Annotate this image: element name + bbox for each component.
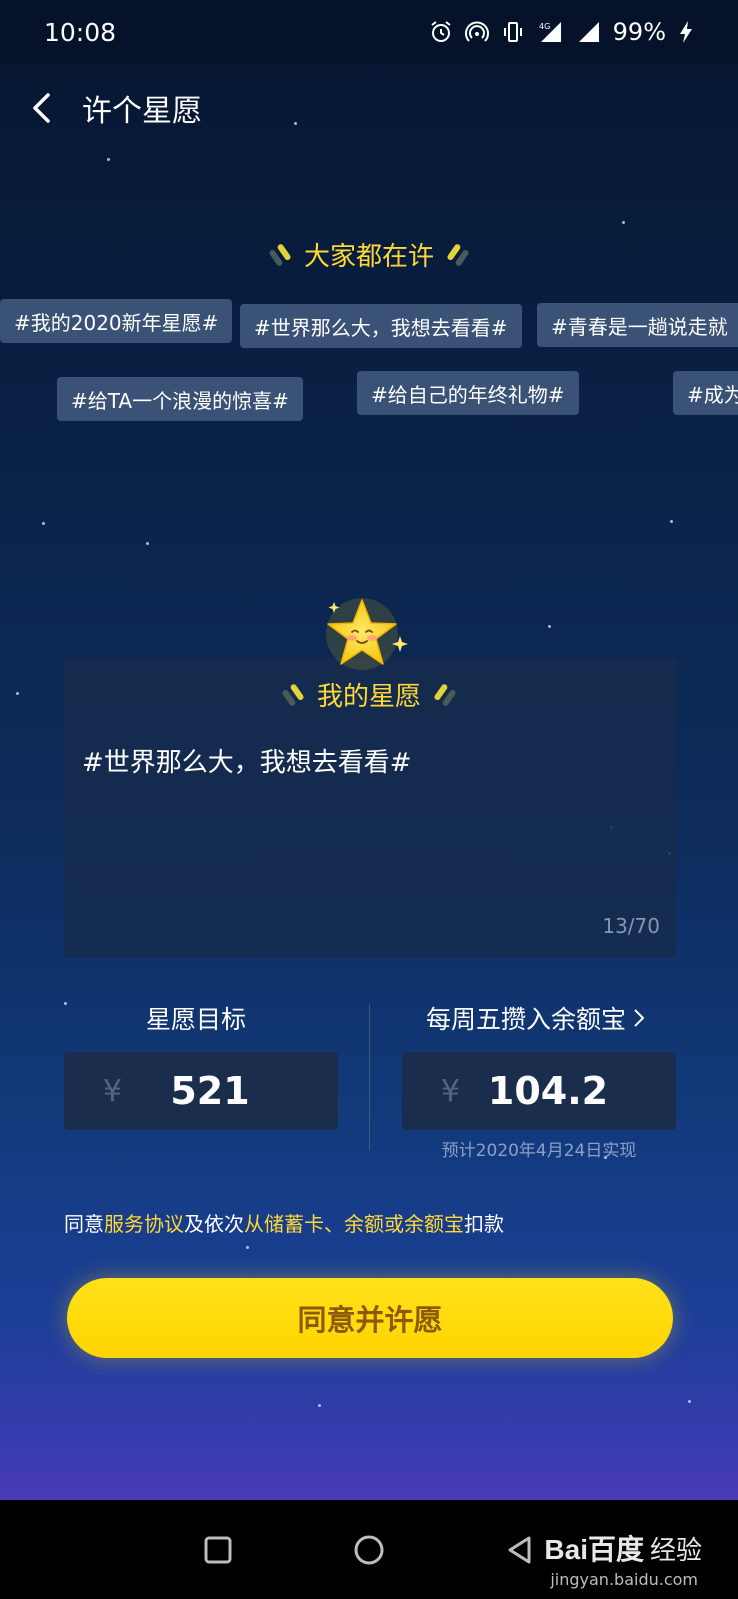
wish-input[interactable]: #世界那么大，我想去看看# <box>82 742 412 779</box>
signal-icon <box>575 20 601 44</box>
popular-section-title: 大家都在许 <box>0 236 738 273</box>
char-counter: 13/70 <box>602 914 660 938</box>
wish-tag[interactable]: #青春是一趟说走就 <box>537 303 738 347</box>
yen-symbol: ¥ <box>102 1073 122 1109</box>
signal-4g-icon: 4G <box>537 20 563 44</box>
weekly-amount-field[interactable]: ¥ 104.2 <box>402 1052 676 1130</box>
charging-icon <box>678 20 694 44</box>
agreement-part: 及依次 <box>184 1212 244 1236</box>
wish-card-title: 我的星愿 <box>0 676 738 713</box>
chevron-left-icon <box>33 93 50 123</box>
weekly-amount: 104.2 <box>487 1069 609 1113</box>
weekly-label: 每周五攒入余额宝 <box>426 1005 627 1034</box>
sky-star <box>64 1002 67 1005</box>
sky-star <box>688 1400 691 1403</box>
weekly-plan-link[interactable]: 每周五攒入余额宝 <box>426 1000 646 1036</box>
baidu-logo: Bai百度 <box>544 1534 644 1565</box>
decoration-icon <box>446 242 470 267</box>
wish-tag[interactable]: #给TA一个浪漫的惊喜# <box>57 377 303 421</box>
target-amount-field[interactable]: ¥ 521 <box>64 1052 338 1130</box>
top-bar: 许个星愿 <box>0 76 738 140</box>
sky-star <box>107 158 110 161</box>
back-button[interactable] <box>6 76 76 140</box>
recents-button[interactable] <box>198 1530 238 1570</box>
decoration-icon <box>281 682 305 707</box>
alarm-icon <box>429 20 453 44</box>
popular-title: 大家都在许 <box>303 242 434 272</box>
forecast-date: 预计2020年4月24日实现 <box>441 1141 637 1161</box>
sky-star <box>318 1404 321 1407</box>
sky-star <box>246 1246 249 1249</box>
back-nav-button[interactable] <box>500 1530 540 1570</box>
baidu-watermark: Bai百度 经验 <box>544 1528 702 1568</box>
status-time: 10:08 <box>44 17 117 47</box>
wish-tag[interactable]: #给自己的年终礼物# <box>357 371 579 415</box>
square-icon <box>204 1536 232 1564</box>
sky-star <box>42 522 45 525</box>
target-label: 星愿目标 <box>146 1005 247 1034</box>
yen-symbol: ¥ <box>440 1073 460 1109</box>
target-amount: 521 <box>170 1069 250 1113</box>
home-button[interactable] <box>349 1530 389 1570</box>
screen: 10:08 4G 99% 许个星愿 大家都在许 #我的2020新年星愿# #世界… <box>0 0 738 1500</box>
status-bar: 10:08 4G 99% <box>0 0 738 64</box>
field-divider <box>369 1004 370 1150</box>
agreement-part: 扣款 <box>464 1212 504 1236</box>
page-title: 许个星愿 <box>82 94 202 129</box>
star-mascot-icon <box>326 598 408 670</box>
payment-source-link[interactable]: 从储蓄卡、余额或余额宝 <box>244 1212 464 1236</box>
watermark-text: 经验 <box>649 1535 702 1566</box>
agreement-text: 同意服务协议及依次从储蓄卡、余额或余额宝扣款 <box>64 1208 504 1237</box>
decoration-icon <box>433 682 457 707</box>
wish-card-title-text: 我的星愿 <box>316 682 421 712</box>
service-agreement-link[interactable]: 服务协议 <box>104 1212 184 1236</box>
wish-card: 我的星愿 #世界那么大，我想去看看# 13/70 <box>64 658 676 958</box>
agreement-part: 同意 <box>64 1212 104 1236</box>
circle-icon <box>354 1535 384 1565</box>
sky-star <box>670 520 673 523</box>
decoration-icon <box>268 242 292 267</box>
sky-star <box>146 542 149 545</box>
hotspot-icon <box>464 20 489 44</box>
navigation-bar: Bai百度 经验 jingyan.baidu.com <box>0 1500 738 1599</box>
wish-tag[interactable]: #世界那么大，我想去看看# <box>240 304 522 348</box>
sky-star <box>548 625 551 628</box>
sky-star <box>622 221 625 224</box>
triangle-back-icon <box>508 1536 531 1564</box>
vibrate-icon <box>501 20 525 44</box>
svg-text:4G: 4G <box>539 22 550 31</box>
agree-and-wish-button[interactable]: 同意并许愿 <box>67 1278 673 1358</box>
chevron-right-icon <box>634 1009 645 1027</box>
wish-tag[interactable]: #成为 <box>673 371 738 415</box>
wish-tag[interactable]: #我的2020新年星愿# <box>0 299 233 343</box>
watermark-url: jingyan.baidu.com <box>550 1570 698 1589</box>
status-icons: 4G 99% <box>429 18 694 46</box>
battery-percent: 99% <box>612 18 666 46</box>
